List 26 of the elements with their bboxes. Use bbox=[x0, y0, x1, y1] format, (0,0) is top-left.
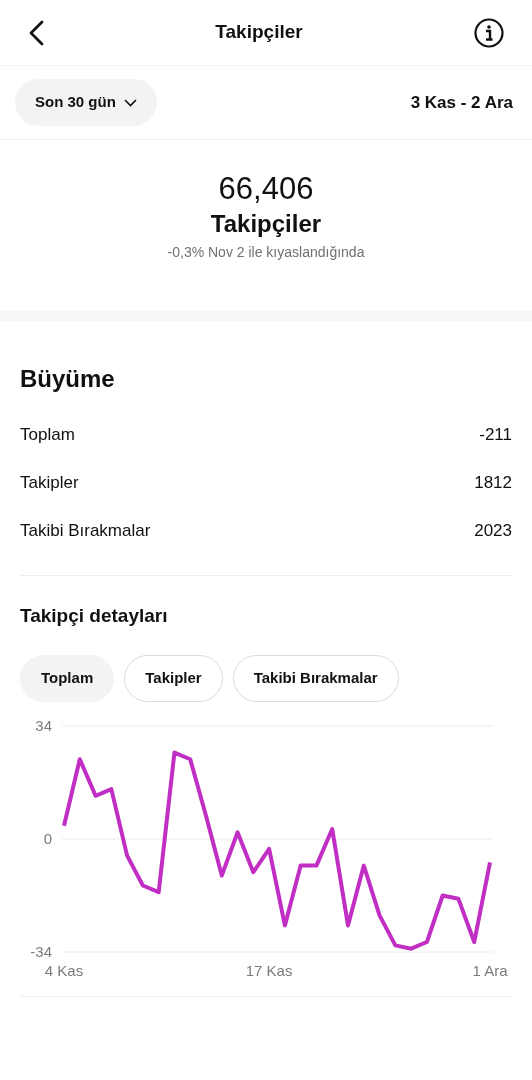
filter-tab[interactable]: Toplam bbox=[20, 654, 115, 702]
axis-label: -34 bbox=[30, 942, 52, 960]
summary-label: Takipçiler bbox=[210, 209, 322, 239]
info-icon[interactable] bbox=[474, 17, 504, 48]
metric-label: Toplam bbox=[20, 424, 75, 447]
axis-label: 17 Kas bbox=[245, 961, 293, 979]
back-icon[interactable] bbox=[28, 19, 44, 46]
date-range: 3 Kas - 2 Ara bbox=[410, 91, 514, 114]
follower-count: 66,406 bbox=[218, 170, 314, 208]
metric-value: 1812 bbox=[474, 472, 512, 495]
page-title: Takipçiler bbox=[215, 20, 303, 45]
axis-label: 4 Kas bbox=[44, 961, 84, 979]
filter-tab[interactable]: Takipler bbox=[124, 654, 223, 702]
metric-value: -211 bbox=[479, 424, 512, 447]
section-title: Büyüme bbox=[20, 364, 116, 394]
section-title: Takipçi detayları bbox=[20, 604, 169, 628]
metric-label: Takibi Bırakmalar bbox=[20, 520, 151, 543]
axis-label: 34 bbox=[35, 716, 52, 734]
axis-label: 1 Ara bbox=[472, 961, 508, 979]
filter-tab[interactable]: Takibi Bırakmalar bbox=[232, 654, 399, 702]
metric-label: Takipler bbox=[20, 472, 79, 495]
comparison-text: -0,3% Nov 2 ile kıyaslandığında bbox=[167, 243, 365, 262]
period-dropdown[interactable]: Son 30 gün bbox=[15, 79, 157, 126]
chevron-down-icon bbox=[123, 98, 137, 107]
metric-value: 2023 bbox=[474, 520, 512, 543]
axis-label: 0 bbox=[43, 829, 52, 847]
